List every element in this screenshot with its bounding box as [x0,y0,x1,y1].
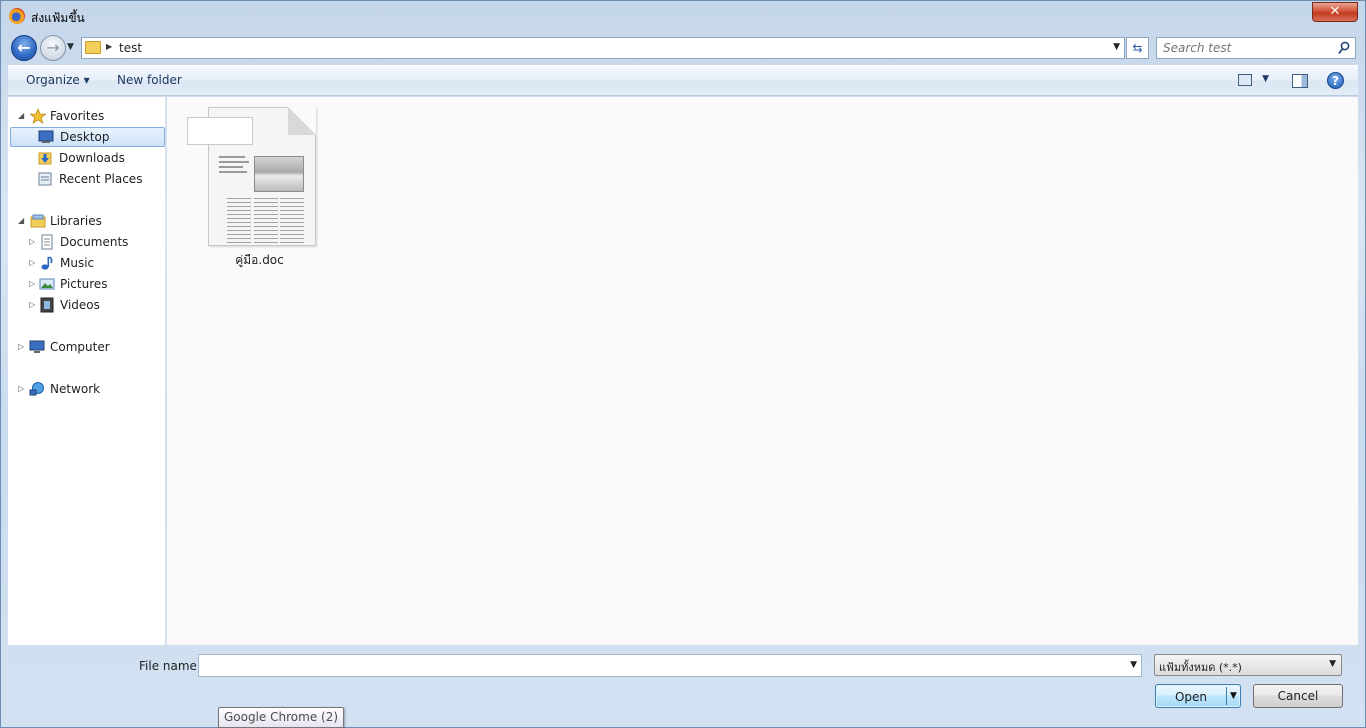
sidebar-group-label: Computer [50,340,110,354]
navigation-bar: ← → ▼ ▶ test ▼ ⇆ [1,34,1365,62]
downloads-folder-icon [38,152,52,165]
file-type-select[interactable]: แฟ้มทั้งหมด (*.*) ▼ [1154,654,1342,676]
sidebar-item-label: Downloads [59,151,125,165]
sidebar-group-computer[interactable]: ▷ Computer [12,337,167,357]
folder-icon [85,41,101,54]
recent-pages-dropdown[interactable]: ▼ [67,42,74,52]
collapse-arrow-icon[interactable]: ◢ [18,111,24,120]
back-arrow-icon: ← [17,38,31,57]
sidebar-item-label: Music [60,256,95,270]
star-icon [30,108,46,124]
file-item[interactable]: คู่มือ.doc [187,107,319,272]
expand-arrow-icon[interactable]: ▷ [29,279,35,288]
sidebar-item-music[interactable]: ▷ Music [12,253,167,273]
documents-icon [41,234,53,250]
firefox-icon [9,8,25,24]
expand-arrow-icon[interactable]: ▷ [29,237,35,246]
chevron-down-icon[interactable]: ▼ [1329,659,1336,669]
file-open-dialog: ส่งแฟ้มขึ้น ✕ ← → ▼ ▶ test ▼ ⇆ Organize … [0,0,1366,728]
refresh-icon: ⇆ [1132,41,1143,55]
navigation-pane: ◢ Favorites Desktop Downloads Recent Pla… [8,97,166,645]
address-dropdown-icon[interactable]: ▼ [1113,42,1120,52]
sidebar-item-label: Pictures [60,277,108,291]
sidebar-group-favorites[interactable]: ◢ Favorites [12,106,167,126]
cancel-button[interactable]: Cancel [1253,684,1343,708]
sidebar-item-label: Recent Places [59,172,143,186]
address-bar[interactable]: ▶ test ▼ [81,37,1125,59]
file-list-view: คู่มือ.doc [167,97,1358,645]
expand-arrow-icon[interactable]: ▷ [29,300,35,309]
sidebar-group-libraries[interactable]: ◢ Libraries [12,211,167,231]
taskbar-tooltip: Google Chrome (2) [218,707,345,728]
close-button[interactable]: ✕ [1312,2,1358,22]
change-view-icon[interactable] [1238,74,1252,86]
command-bar: Organize ▾ New folder ▼ ? [8,65,1358,96]
sidebar-group-label: Network [50,382,101,396]
open-button[interactable]: Open ▼ [1155,684,1241,708]
sidebar-item-label: Documents [60,235,129,249]
expand-arrow-icon[interactable]: ▷ [18,342,24,351]
sidebar-group-label: Libraries [50,214,102,228]
desktop-icon [38,130,54,143]
sidebar-group-network[interactable]: ▷ Network [12,379,167,399]
videos-icon [40,297,54,313]
recent-places-icon [38,172,52,186]
libraries-icon [30,214,46,228]
file-name-input[interactable] [203,657,1113,674]
computer-icon [29,340,45,353]
new-folder-button[interactable]: New folder [117,73,182,87]
expand-arrow-icon[interactable]: ▷ [18,384,24,393]
sidebar-item-label: Videos [60,298,100,312]
organize-button[interactable]: Organize ▾ [26,73,90,87]
forward-button[interactable]: → [40,35,66,61]
sidebar-item-label: Desktop [60,130,110,144]
open-options-dropdown-icon[interactable]: ▼ [1226,687,1240,705]
sidebar-item-videos[interactable]: ▷ Videos [12,295,167,315]
sidebar-item-documents[interactable]: ▷ Documents [12,232,167,252]
forward-arrow-icon: → [46,38,60,57]
open-button-label: Open [1174,690,1208,704]
collapse-arrow-icon[interactable]: ◢ [18,216,24,225]
breadcrumb-separator-icon[interactable]: ▶ [106,42,112,51]
search-input[interactable] [1163,40,1333,56]
expand-arrow-icon[interactable]: ▷ [29,258,35,267]
file-name-label: คู่มือ.doc [235,253,284,267]
breadcrumb-test[interactable]: test [119,41,142,55]
window-title: ส่งแฟ้มขึ้น [31,11,85,25]
back-button[interactable]: ← [11,35,37,61]
network-icon [29,382,44,396]
music-icon [41,256,53,270]
help-icon[interactable]: ? [1327,72,1344,89]
sidebar-item-downloads[interactable]: Downloads [12,148,167,168]
sidebar-group-label: Favorites [50,109,105,123]
dialog-footer: File name: ▼ แฟ้มทั้งหมด (*.*) ▼ Open ▼ … [8,645,1358,725]
sidebar-item-recent-places[interactable]: Recent Places [12,169,167,189]
file-name-combobox[interactable]: ▼ [198,654,1142,677]
view-options-dropdown[interactable]: ▼ [1262,74,1269,84]
sidebar-item-desktop[interactable]: Desktop [10,127,165,147]
preview-pane-icon[interactable] [1292,74,1308,88]
file-name-dropdown-icon[interactable]: ▼ [1130,660,1137,670]
refresh-button[interactable]: ⇆ [1126,37,1149,59]
sidebar-item-pictures[interactable]: ▷ Pictures [12,274,167,294]
search-icon[interactable] [1338,41,1350,55]
file-type-value: แฟ้มทั้งหมด (*.*) [1159,661,1242,674]
pictures-icon [39,278,55,290]
file-name-label: File name: [139,659,201,673]
file-thumbnail-overlay [187,117,253,145]
title-bar: ส่งแฟ้มขึ้น ✕ [1,1,1365,31]
search-box[interactable] [1156,37,1356,59]
